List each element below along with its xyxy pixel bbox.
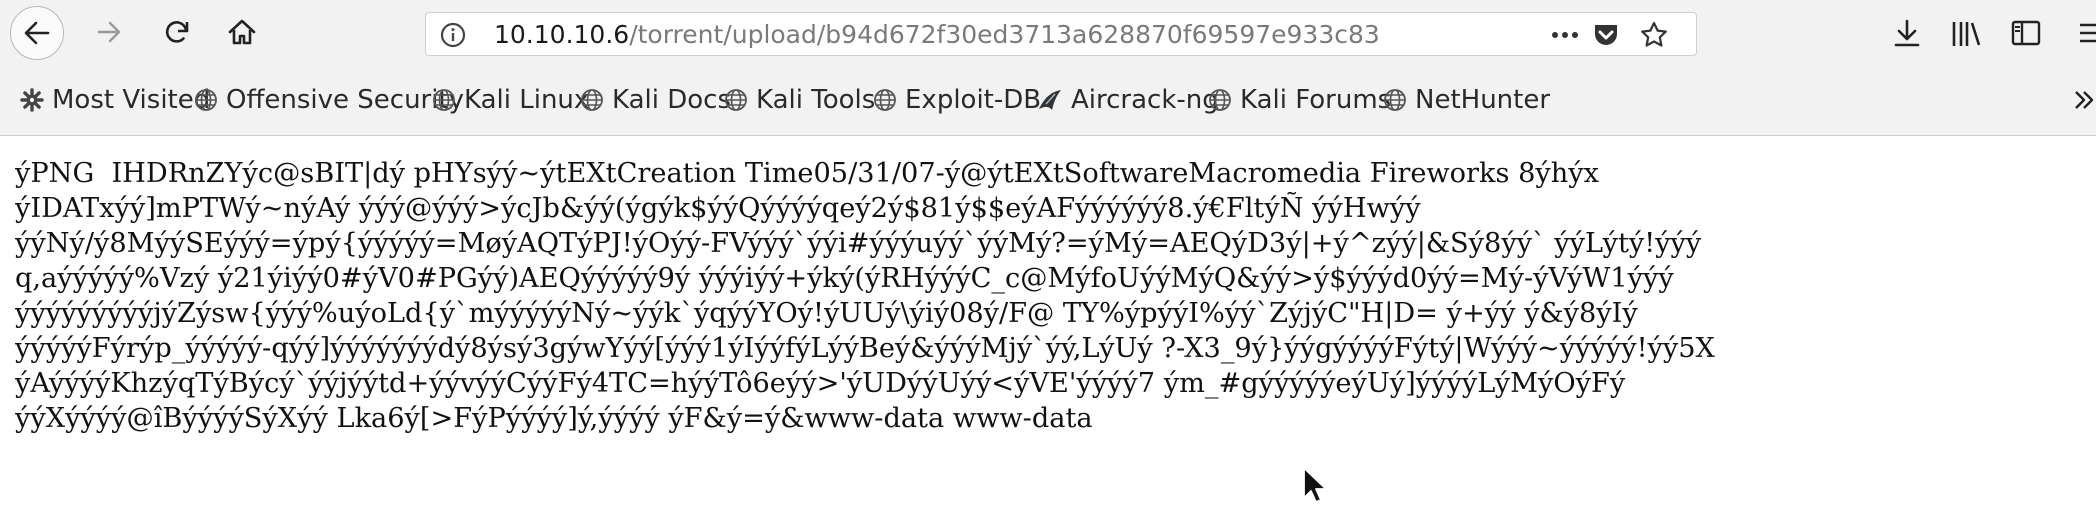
bookmark-kali-forums[interactable]: Kali Forums: [1208, 82, 1391, 118]
bookmark-label: Kali Docs: [612, 85, 732, 115]
text-line: q,aýýýýý%Vzý ý21ýiýý0#ýV0#PGýý)AEQýýýýý9…: [15, 263, 1674, 294]
mouse-pointer-icon: [1303, 467, 1327, 503]
binary-file-text: ýPNG IHDRnZYýc@sBIT|dý pHYsýý~ýtEXtCreat…: [15, 156, 2075, 436]
bookmarks-toolbar: Most Visited Offensive Security Kali Lin…: [0, 64, 2096, 136]
url-text[interactable]: 10.10.10.6/torrent/upload/b94d672f30ed37…: [494, 20, 1504, 50]
bookmark-kali-tools[interactable]: Kali Tools: [724, 82, 875, 118]
aircrack-icon: [1039, 90, 1061, 110]
globe-icon: [1384, 89, 1406, 111]
globe-icon: [725, 89, 747, 111]
globe-icon: [1209, 89, 1231, 111]
more-horizontal-icon[interactable]: [1550, 23, 1580, 47]
text-line: ýIDATxýý]mPTWý~nýAý ýýý@ýýý>ýcJb&ýý(ýgýk…: [15, 193, 1421, 224]
navigation-toolbar: 10.10.10.6/torrent/upload/b94d672f30ed37…: [0, 0, 2096, 64]
bookmark-kali-docs[interactable]: Kali Docs: [580, 82, 731, 118]
back-arrow-icon: [24, 21, 50, 45]
bookmark-label: Kali Tools: [756, 85, 876, 115]
bookmark-label: Kali Forums: [1240, 85, 1392, 115]
gear-icon: [20, 88, 44, 112]
reload-icon: [165, 21, 189, 43]
home-button[interactable]: [220, 10, 264, 54]
globe-icon: [195, 89, 217, 111]
star-icon[interactable]: [1639, 20, 1669, 50]
hamburger-menu-icon[interactable]: [2078, 18, 2096, 48]
bookmark-label: Offensive Security: [226, 85, 465, 115]
text-line: ýAýýýýKhzýqTýBýcý`ýýjýýtd+ýývýýCýýFý4TC=…: [15, 368, 1626, 399]
download-icon[interactable]: [1892, 18, 1922, 48]
text-line: ýPNG IHDRnZYýc@sBIT|dý pHYsýý~ýtEXtCreat…: [15, 158, 1599, 189]
text-line: ýýýýýFýrýp_ýýýýý-qýý]ýýýýýýýdý8ýsý3gýwYý…: [15, 333, 1715, 364]
pocket-icon[interactable]: [1592, 21, 1620, 49]
bookmark-label: Aircrack-ng: [1071, 85, 1219, 115]
globe-icon: [874, 89, 896, 111]
bookmark-label: Exploit-DB: [905, 85, 1042, 115]
url-path: /torrent/upload/b94d672f30ed3713a628870f…: [629, 20, 1380, 49]
forward-arrow-icon: [97, 21, 121, 43]
bookmark-label: NetHunter: [1415, 85, 1551, 115]
library-icon[interactable]: [1950, 18, 1982, 48]
bookmark-exploit-db[interactable]: Exploit-DB: [873, 82, 1041, 118]
bookmark-label: Most Visited: [52, 85, 211, 115]
page-content: ýPNG IHDRnZYýc@sBIT|dý pHYsýý~ýtEXtCreat…: [0, 136, 2096, 510]
text-line: ýýXýýýý@îBýýýýSýXýý Lka6ý[>FýPýýýý]ý,ýýý…: [15, 403, 1093, 434]
url-host: 10.10.10.6: [494, 20, 630, 49]
back-button[interactable]: [10, 6, 64, 60]
reload-button[interactable]: [155, 10, 199, 54]
text-line: ýýýýýýýýýjýZýsw{ýýý%uýoLd{ý`mýýýýýNý~ýýk…: [15, 298, 1638, 329]
sidebar-icon[interactable]: [2010, 18, 2042, 48]
url-bar[interactable]: 10.10.10.6/torrent/upload/b94d672f30ed37…: [425, 12, 1697, 56]
globe-icon: [581, 89, 603, 111]
info-icon[interactable]: [440, 22, 466, 48]
bookmark-kali-linux[interactable]: Kali Linux: [432, 82, 589, 118]
bookmark-offensive-security[interactable]: Offensive Security: [194, 82, 464, 118]
bookmark-nethunter[interactable]: NetHunter: [1383, 82, 1550, 118]
bookmark-label: Kali Linux: [464, 85, 590, 115]
text-line: ýýNý/ý8MýýSEýýý=ýpý{ýýýýý=MøýAQTýPJ!ýOýý…: [15, 228, 1702, 259]
chevron-double-right-icon[interactable]: [2072, 88, 2096, 112]
forward-button[interactable]: [88, 10, 132, 54]
bookmark-aircrack-ng[interactable]: Aircrack-ng: [1037, 82, 1219, 118]
globe-icon: [433, 89, 455, 111]
bookmark-most-visited[interactable]: Most Visited: [20, 82, 210, 118]
home-icon: [228, 19, 256, 45]
